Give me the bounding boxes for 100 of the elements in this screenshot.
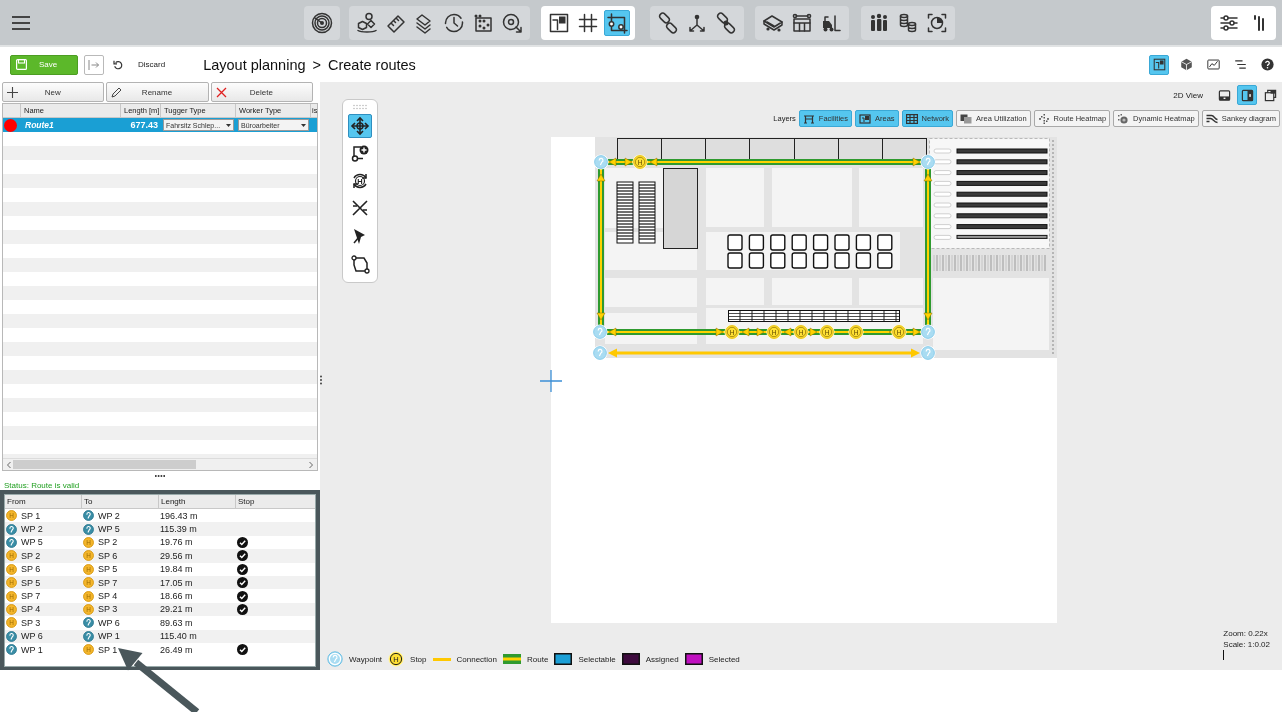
- radar-icon: [311, 11, 333, 34]
- connection-line-icon: [432, 657, 451, 661]
- shelf-slot: [933, 159, 952, 165]
- point-name: WP 6: [98, 617, 120, 628]
- people-icon: [868, 11, 890, 34]
- shelf-slot: [933, 213, 952, 219]
- point-name: WP 2: [98, 510, 120, 521]
- route-swatch-icon: [503, 654, 521, 664]
- add-node-icon: [350, 143, 370, 164]
- waypoint-icon: [83, 523, 94, 535]
- panel-bottom-icon: [1217, 88, 1231, 102]
- panel-right-icon: [1240, 88, 1254, 102]
- shelf-slot: [933, 170, 952, 176]
- point-name: WP 2: [21, 524, 43, 535]
- table-row[interactable]: WP 6 WP 1 115.40 m: [5, 629, 315, 643]
- zoom-readout: Zoom: 0.22x: [1223, 629, 1269, 640]
- shelf-slot: [933, 234, 952, 240]
- direction-arrow: [809, 327, 818, 337]
- point-name: SP 3: [21, 617, 41, 628]
- menu-icon[interactable]: [12, 15, 30, 30]
- window-icon: [1263, 88, 1277, 102]
- point-name: WP 6: [21, 631, 43, 642]
- chain-node-icon: [715, 11, 737, 34]
- move-icon: [350, 115, 370, 136]
- shelf-slot: [933, 202, 952, 208]
- point-name: SP 2: [98, 537, 118, 548]
- delete-button[interactable]: Delete: [210, 82, 313, 102]
- segment-length: 115.40 m: [160, 631, 197, 642]
- discard-button[interactable]: Discard: [113, 59, 166, 70]
- tool-button[interactable]: [604, 9, 630, 36]
- grid-icon: [905, 113, 918, 124]
- table-row[interactable]: WP 2 WP 5 115.39 m: [5, 522, 315, 536]
- shelf-slot: [933, 180, 952, 186]
- caret-icon: [301, 123, 306, 127]
- cube-icon: [1179, 58, 1193, 71]
- help-icon: [1260, 58, 1274, 71]
- shelf-slot: [933, 148, 952, 154]
- heat-blob-icon: [1117, 113, 1130, 124]
- waypoint-marker[interactable]: [920, 345, 936, 361]
- breadcrumb-link[interactable]: Layout planning: [203, 56, 306, 73]
- point-name: SP 7: [98, 577, 118, 588]
- segment-length: 29.56 m: [160, 550, 193, 561]
- segment-length: 19.76 m: [160, 537, 193, 548]
- segment-length: 196.43 m: [160, 510, 198, 521]
- undo-icon: [113, 59, 123, 70]
- waypoint-marker[interactable]: [592, 345, 608, 361]
- legend-label: Selected: [708, 654, 740, 664]
- waypoint-marker[interactable]: [593, 154, 609, 170]
- legend-label: Assigned: [645, 654, 679, 664]
- facilities-icon: [802, 113, 815, 124]
- legend-label: Route: [527, 654, 549, 664]
- segment-length: 26.49 m: [160, 644, 193, 655]
- point-name: SP 6: [21, 564, 41, 575]
- area-icon: [1152, 58, 1166, 71]
- breadcrumb-separator: >: [312, 56, 321, 73]
- point-name: SP 4: [21, 604, 41, 615]
- grip-icon[interactable]: [353, 104, 367, 110]
- scale-bar-icon: [1223, 650, 1225, 660]
- route-icon: [606, 11, 628, 34]
- point-name: SP 7: [21, 591, 41, 602]
- tool-button[interactable]: [348, 113, 372, 138]
- point-name: SP 2: [21, 550, 41, 561]
- page-title: Create routes: [328, 56, 416, 73]
- view-label: 2D View: [1173, 90, 1203, 100]
- waypoint-icon: [83, 510, 94, 522]
- save-icon: [16, 59, 27, 70]
- route-name: Route1: [24, 120, 54, 130]
- zoom-icon: [501, 11, 523, 34]
- view-mode-button[interactable]: [1237, 85, 1257, 105]
- target-icon: [926, 11, 948, 34]
- shapes-icon: [356, 11, 378, 34]
- point-name: WP 5: [98, 524, 120, 535]
- column-header[interactable]: Stop: [236, 495, 315, 508]
- waypoint-marker[interactable]: [920, 324, 936, 340]
- waypoint-marker[interactable]: [592, 324, 608, 340]
- direction-arrow: [649, 157, 658, 167]
- column-header[interactable]: Length: [159, 495, 236, 508]
- column-header[interactable]: From: [5, 495, 82, 508]
- segment-length: 89.63 m: [160, 617, 193, 628]
- segment-length: 115.39 m: [160, 524, 197, 535]
- point-name: WP 1: [98, 631, 120, 642]
- segment-length: 19.84 m: [160, 564, 193, 575]
- add-button[interactable]: New: [2, 82, 105, 102]
- point-name: SP 4: [98, 591, 118, 602]
- view-button[interactable]: [1149, 54, 1169, 75]
- crosshair-icon: [539, 369, 563, 393]
- direction-arrow: [783, 327, 792, 337]
- point-name: SP 1: [21, 510, 41, 521]
- direction-arrow: [715, 327, 724, 337]
- rename-button[interactable]: Rename: [106, 82, 209, 102]
- floor-zone: [859, 168, 923, 227]
- route-line[interactable]: [598, 159, 931, 335]
- clock-icon: [443, 11, 465, 34]
- waypoint-icon: [83, 630, 94, 642]
- waypoint-marker[interactable]: [920, 154, 936, 170]
- column-header[interactable]: To: [82, 495, 159, 508]
- plus-icon: [7, 86, 18, 98]
- caret-icon: [226, 123, 231, 127]
- exit-icon: [88, 59, 100, 70]
- point-name: WP 1: [21, 644, 43, 655]
